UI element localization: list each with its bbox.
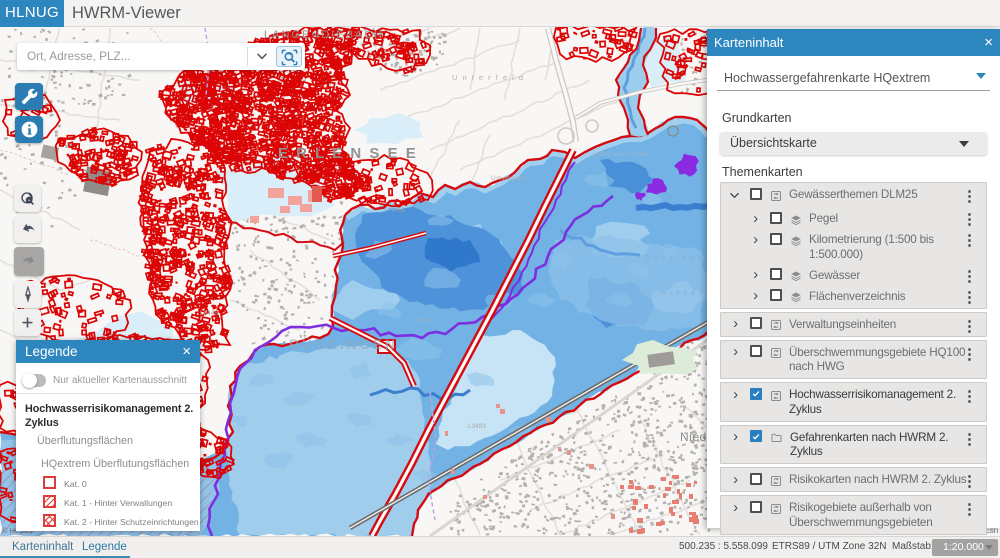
svg-text:U n t e r f e l d: U n t e r f e l d (452, 73, 525, 82)
svg-text:L3483: L3483 (468, 424, 487, 430)
svg-text:W i e s e n: W i e s e n (660, 290, 704, 297)
svg-text:A 66: A 66 (392, 208, 406, 214)
svg-text:L3445: L3445 (200, 311, 219, 317)
svg-text:Nied: Nied (680, 430, 707, 444)
svg-text:LANGENDIEBACH: LANGENDIEBACH (264, 29, 384, 41)
svg-text:Lha: Lha (418, 317, 430, 324)
svg-text:R ü c k i n g e r: R ü c k i n g e r (645, 255, 709, 262)
svg-text:E R L E N S E E: E R L E N S E E (278, 145, 418, 162)
svg-text:Grünersee/Heldes: Grünersee/Heldes (592, 152, 649, 158)
svg-text:RÜCKINGEN: RÜCKINGEN (289, 337, 398, 352)
svg-text:Umweisen: Umweisen (491, 175, 525, 182)
